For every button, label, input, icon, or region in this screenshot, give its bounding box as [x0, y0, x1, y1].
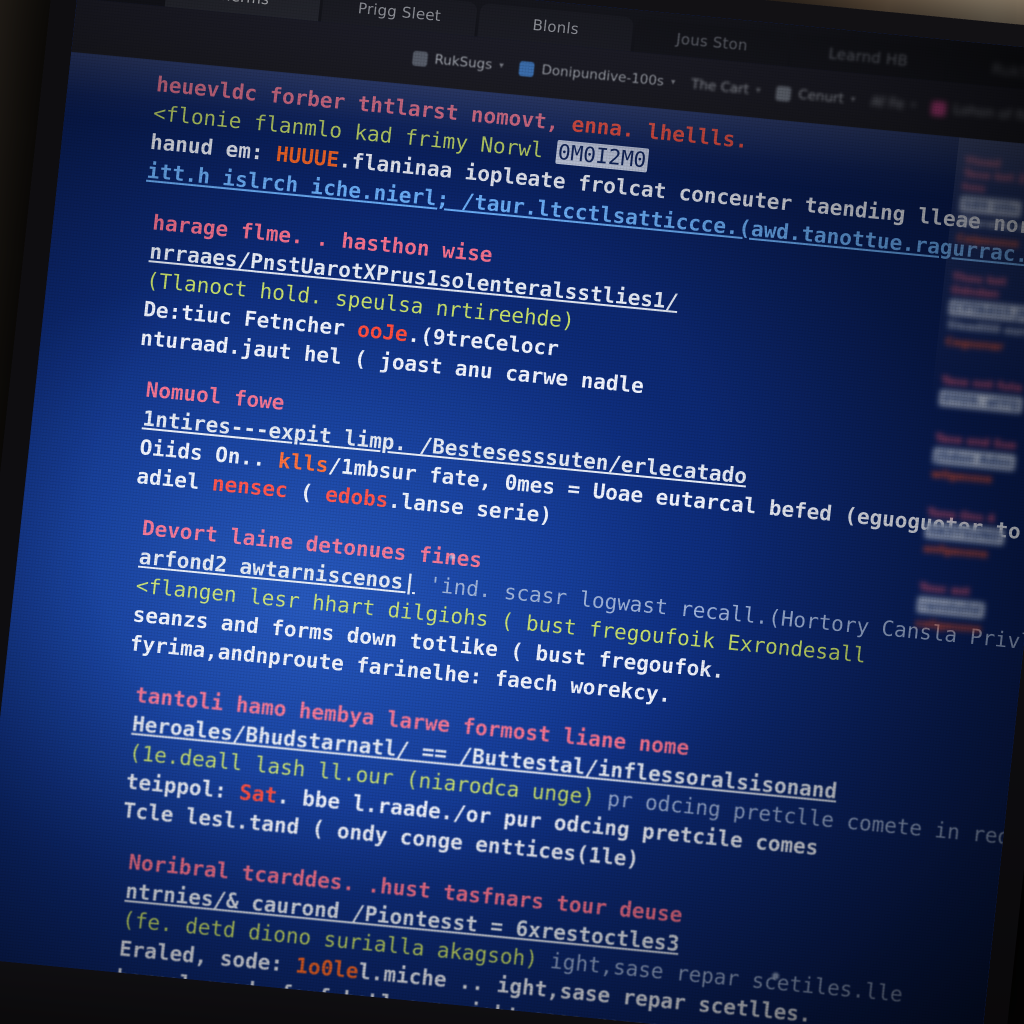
box-icon	[775, 85, 793, 102]
chevron-down-icon: ▾	[670, 77, 676, 88]
code-token-body: (	[286, 478, 327, 507]
sidebar-result-card[interactable]: Touc ast ranstolld coligasone	[915, 581, 1024, 640]
code-token-warn: HUUUE	[274, 141, 341, 172]
sidebar-card-link[interactable]: Celpesose	[956, 232, 1024, 255]
browser-tab-label: Learnd HB	[827, 44, 909, 70]
sidebar-result-card[interactable]: Ytoad Tese ket Zafirt hou S89 U0s Mfaratlic…	[956, 154, 1024, 254]
sidebar-card-link[interactable]: onfgasone	[923, 542, 1024, 565]
sidebar-result-card[interactable]: Tase ond Sue JSdon Ados wllgasose	[931, 431, 1024, 490]
browser-tab-label: inerms	[216, 0, 270, 9]
sidebar-result-card[interactable]: Thou ket Odndan CYTA4S5.JN Sleadilill ourn…	[945, 270, 1024, 358]
chevron-down-icon: ▾	[850, 94, 856, 106]
sidebar-result-card[interactable]: Tase nnt futa 0YO9. atYQ	[938, 374, 1024, 416]
sidebar-card-value: 0YO9. atYQ	[938, 389, 1023, 414]
code-content-pane[interactable]: heuevldc forber thtlarst nomovt, enna. l…	[0, 52, 1024, 1024]
code-token-err: edobs	[324, 482, 390, 513]
code-token-err: nensec	[210, 471, 289, 503]
bookmark-label: Cenurt	[797, 86, 845, 108]
bookmark-label: The Cart	[690, 76, 750, 98]
code-token-warn: klls	[276, 448, 330, 478]
play-icon	[930, 100, 948, 117]
browser-tab-label: Prigg Sleet	[357, 0, 442, 26]
code-token-err: Sat	[238, 780, 279, 808]
sidebar-card-value: ranstolld	[916, 596, 985, 619]
chevron-down-icon: ▾	[910, 100, 917, 111]
bookmark-item[interactable]: Donipundive-100s ▾	[518, 60, 676, 91]
bookmark-item[interactable]: Af Fe ▾	[870, 94, 916, 114]
monitor: inerms Prigg Sleet Blonls Jous Ston Learnd H…	[0, 0, 1024, 1024]
browser-tab-label: RukSugs	[990, 60, 1024, 85]
monitor-screen: inerms Prigg Sleet Blonls Jous Ston Learnd H…	[0, 0, 1024, 1024]
code-token-body: adiel	[135, 464, 214, 496]
bookmark-item[interactable]: Lohon of fluese▾	[930, 100, 1024, 129]
bookmark-label: Lohon of fluese	[952, 101, 1024, 128]
sidebar-result-card[interactable]: Tone Ons 4 0A5TSUND onfgasone	[923, 506, 1024, 565]
bookmark-label: RukSugs	[433, 51, 494, 74]
bookmark-label: Donipundive-100s	[540, 62, 665, 90]
bookmark-item[interactable]: RukSugs ▾	[411, 50, 505, 75]
sidebar-card-link[interactable]: Cegsonar	[945, 335, 1024, 358]
sidebar-card-value: S89 U0s	[959, 195, 1022, 218]
bookmark-item[interactable]: The Cart ▾	[690, 76, 761, 99]
cloud-icon	[518, 60, 536, 77]
browser-tab-label: Jous Ston	[675, 29, 749, 55]
photo-stage: inerms Prigg Sleet Blonls Jous Ston Learnd H…	[0, 0, 1024, 1024]
code-token-warn: 1o0le	[294, 953, 360, 984]
chevron-down-icon	[411, 50, 429, 67]
code-token-err: ooJe	[356, 317, 410, 347]
bookmark-item[interactable]: Cenurt ▾	[775, 85, 857, 109]
sidebar-card-value: 0A5TSUND	[924, 521, 1005, 546]
chevron-down-icon: ▾	[498, 60, 505, 72]
chevron-down-icon: ▾	[755, 85, 761, 97]
sidebar-card-link[interactable]: coligasone	[915, 616, 1020, 639]
bookmark-label: Af Fe	[870, 93, 906, 113]
browser-tab-label: Blonls	[531, 15, 580, 39]
